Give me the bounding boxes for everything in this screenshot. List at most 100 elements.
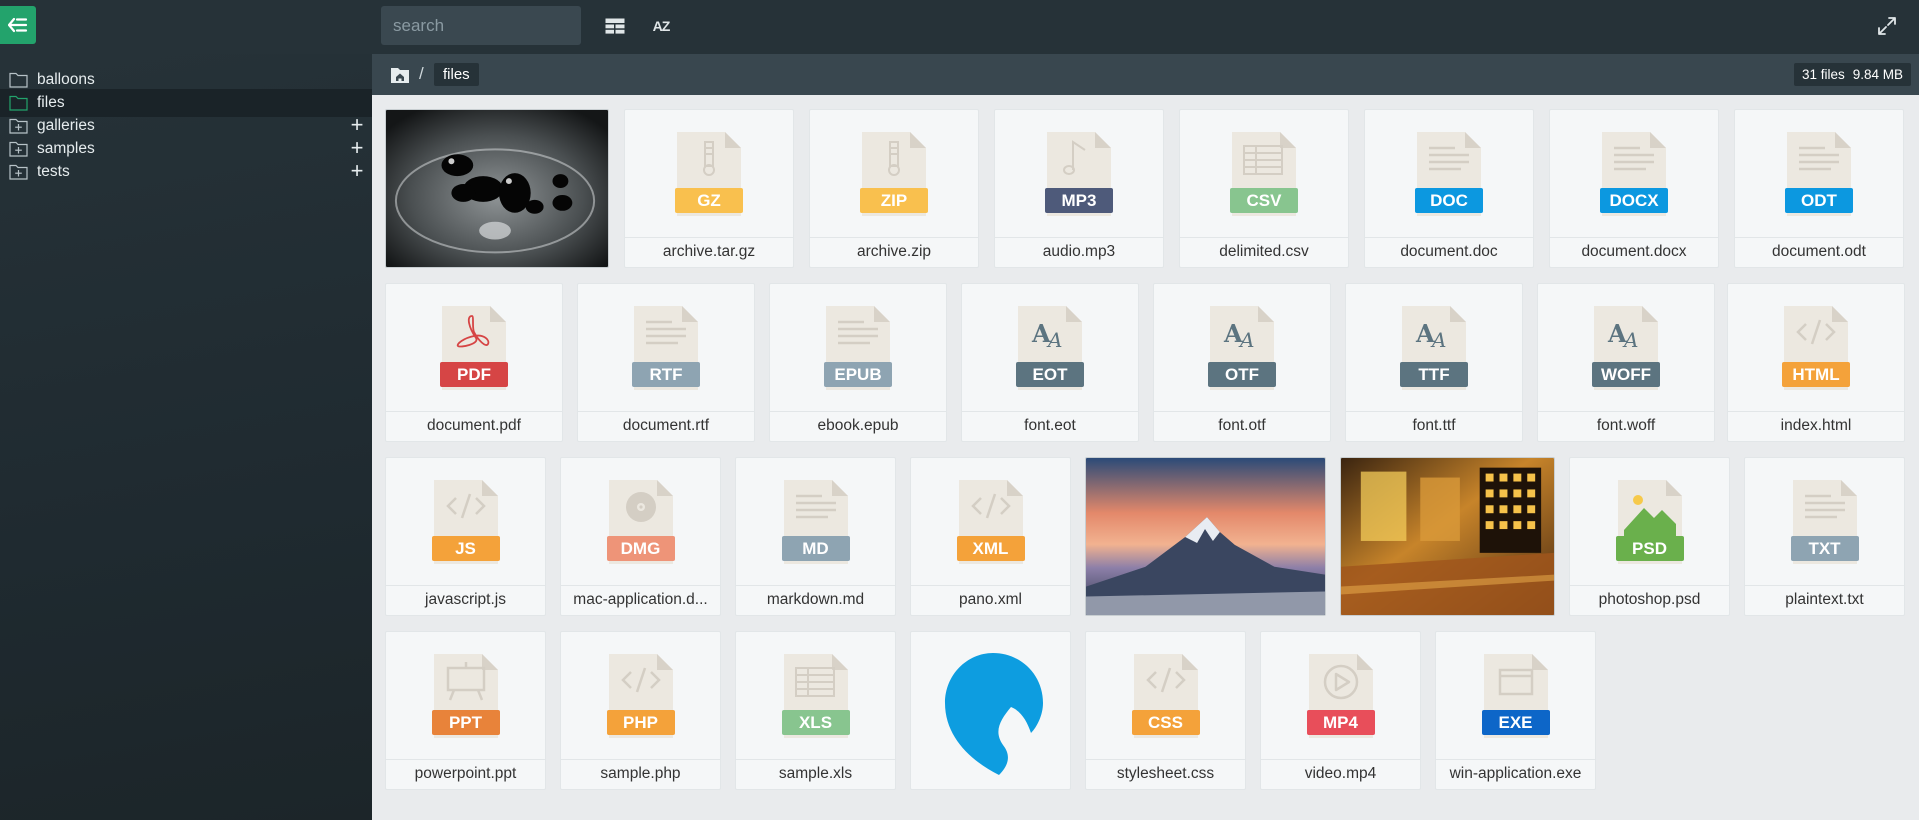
- search-input[interactable]: [381, 6, 581, 45]
- folder-plus-icon[interactable]: [9, 164, 28, 180]
- file-type-icon: ODT: [1785, 132, 1853, 216]
- file-tile[interactable]: A A EOT font.eot: [961, 283, 1139, 442]
- file-thumbnail: XML: [911, 458, 1070, 586]
- file-type-icon: A A OTF: [1208, 306, 1276, 390]
- file-tile[interactable]: XML pano.xml: [910, 457, 1071, 616]
- file-tile[interactable]: TXT plaintext.txt: [1744, 457, 1905, 616]
- home-icon[interactable]: [389, 65, 411, 85]
- expand-icon[interactable]: +: [345, 160, 369, 184]
- file-tile[interactable]: PPT powerpoint.ppt: [385, 631, 546, 790]
- file-type-icon: XML: [956, 480, 1025, 564]
- image-thumbnail: [1086, 458, 1325, 615]
- file-tile[interactable]: GZ archive.tar.gz: [624, 109, 794, 268]
- svg-text:A: A: [1622, 328, 1638, 352]
- file-thumbnail: PPT: [386, 632, 545, 760]
- file-name: sample.xls: [736, 759, 895, 789]
- file-thumbnail: DOCX: [1550, 110, 1718, 238]
- fullscreen-button[interactable]: [1872, 12, 1902, 40]
- file-tile[interactable]: DOCX document.docx: [1549, 109, 1719, 268]
- sort-az-icon: AZ: [652, 18, 671, 34]
- file-type-icon: A A EOT: [1016, 306, 1084, 390]
- file-type-badge: TTF: [1400, 362, 1468, 387]
- file-tile[interactable]: CSS stylesheet.css: [1085, 631, 1246, 790]
- file-tile[interactable]: A A TTF font.ttf: [1345, 283, 1523, 442]
- file-tile[interactable]: PDF document.pdf: [385, 283, 563, 442]
- file-thumbnail: ODT: [1735, 110, 1903, 238]
- file-tile[interactable]: MP3 audio.mp3: [994, 109, 1164, 268]
- folder-stats: 31 files 9.84 MB: [1794, 63, 1912, 86]
- file-thumbnail: PDF: [386, 284, 562, 412]
- file-tile[interactable]: MP4 video.mp4: [1260, 631, 1421, 790]
- file-type-icon: PSD: [1615, 480, 1684, 564]
- file-type-icon: GZ: [675, 132, 743, 216]
- folder-size: 9.84 MB: [1852, 67, 1904, 82]
- file-type-icon: A A TTF: [1400, 306, 1468, 390]
- image-thumbnail: [944, 652, 1043, 775]
- svg-text:A: A: [1238, 328, 1254, 352]
- expand-icon: [1878, 17, 1896, 35]
- svg-text:A: A: [1430, 328, 1446, 352]
- file-tile[interactable]: [385, 109, 609, 268]
- sidebar-item-label: samples: [37, 140, 95, 157]
- file-type-badge: PPT: [431, 710, 500, 735]
- file-count: 31 files: [1802, 67, 1845, 82]
- file-thumbnail: A A EOT: [962, 284, 1138, 412]
- file-type-badge: DMG: [606, 536, 675, 561]
- file-thumbnail: PHP: [561, 632, 720, 760]
- file-tile[interactable]: DOC document.doc: [1364, 109, 1534, 268]
- file-thumbnail: RTF: [578, 284, 754, 412]
- sidebar-item-tests[interactable]: tests +: [0, 158, 372, 186]
- file-type-icon: RTF: [632, 306, 700, 390]
- file-type-icon: MD: [781, 480, 850, 564]
- file-thumbnail: [386, 110, 608, 267]
- sidebar-item-label: balloons: [37, 71, 95, 88]
- file-type-badge: PSD: [1615, 536, 1684, 561]
- file-tile[interactable]: EPUB ebook.epub: [769, 283, 947, 442]
- breadcrumb-current[interactable]: files: [434, 63, 479, 86]
- file-name: document.doc: [1365, 237, 1533, 267]
- file-tile[interactable]: DMG mac-application.d...: [560, 457, 721, 616]
- file-tile[interactable]: RTF document.rtf: [577, 283, 755, 442]
- file-name: font.woff: [1538, 411, 1714, 441]
- file-type-icon: TXT: [1790, 480, 1859, 564]
- file-type-badge: MP4: [1306, 710, 1375, 735]
- file-tile[interactable]: ODT document.odt: [1734, 109, 1904, 268]
- file-type-badge: DOC: [1415, 188, 1483, 213]
- file-tile[interactable]: A A WOFF font.woff: [1537, 283, 1715, 442]
- sidebar-toggle-button[interactable]: [0, 6, 36, 44]
- file-type-icon: MP4: [1306, 654, 1375, 738]
- sidebar-item-label: files: [37, 94, 65, 111]
- file-name: javascript.js: [386, 585, 545, 615]
- file-tile[interactable]: [910, 631, 1071, 790]
- file-thumbnail: TXT: [1745, 458, 1904, 586]
- file-thumbnail: ZIP: [810, 110, 978, 238]
- file-type-icon: PDF: [440, 306, 508, 390]
- file-thumbnail: GZ: [625, 110, 793, 238]
- file-thumbnail: CSS: [1086, 632, 1245, 760]
- file-tile[interactable]: EXE win-application.exe: [1435, 631, 1596, 790]
- file-tile[interactable]: CSV delimited.csv: [1179, 109, 1349, 268]
- sort-button[interactable]: AZ: [646, 12, 676, 40]
- file-tile[interactable]: JS javascript.js: [385, 457, 546, 616]
- file-name: pano.xml: [911, 585, 1070, 615]
- file-name: font.eot: [962, 411, 1138, 441]
- file-tile[interactable]: PSD photoshop.psd: [1569, 457, 1730, 616]
- breadcrumb: / files 31 files 9.84 MB: [372, 54, 1919, 95]
- file-tile[interactable]: PHP sample.php: [560, 631, 721, 790]
- layout-toggle-button[interactable]: [600, 12, 630, 40]
- file-tile[interactable]: [1340, 457, 1555, 616]
- file-type-icon: CSS: [1131, 654, 1200, 738]
- file-name: photoshop.psd: [1570, 585, 1729, 615]
- file-thumbnail: MP3: [995, 110, 1163, 238]
- file-type-icon: JS: [431, 480, 500, 564]
- file-tile[interactable]: ZIP archive.zip: [809, 109, 979, 268]
- file-tile[interactable]: XLS sample.xls: [735, 631, 896, 790]
- folder-plus-icon[interactable]: [9, 118, 28, 134]
- file-tile[interactable]: [1085, 457, 1326, 616]
- svg-text:A: A: [1046, 328, 1062, 352]
- file-tile[interactable]: A A OTF font.otf: [1153, 283, 1331, 442]
- file-name: sample.php: [561, 759, 720, 789]
- file-tile[interactable]: MD markdown.md: [735, 457, 896, 616]
- folder-plus-icon[interactable]: [9, 141, 28, 157]
- file-tile[interactable]: HTML index.html: [1727, 283, 1905, 442]
